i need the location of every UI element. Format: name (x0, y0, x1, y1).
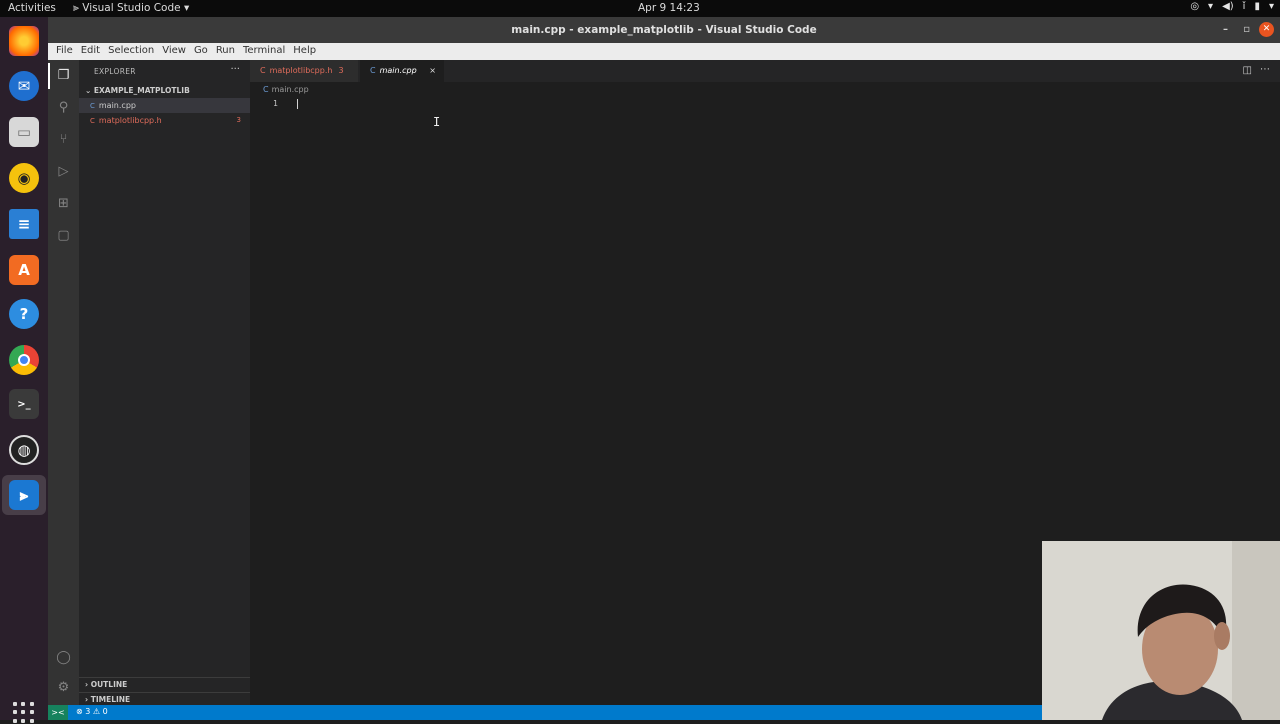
software-center-icon[interactable]: A (9, 255, 39, 285)
show-applications-icon[interactable] (13, 702, 35, 724)
clock[interactable]: Apr 9 14:23 (638, 2, 700, 14)
explorer-icon[interactable]: ❐ (54, 66, 73, 85)
folder-header[interactable]: ⌄ EXAMPLE_MATPLOTLIB (85, 86, 190, 95)
vscode-icon[interactable]: ⫸ (9, 480, 39, 510)
file-name: matplotlibcpp.h (98, 116, 162, 125)
timeline-section-header[interactable]: › TIMELINE (85, 695, 130, 704)
divider (79, 692, 250, 693)
tab-label: matplotlibcpp.h (269, 66, 333, 75)
close-window-icon[interactable]: ✕ (1259, 22, 1274, 37)
problems-indicator[interactable]: ⊗ 3 ⚠ 0 (76, 707, 108, 716)
gnome-top-bar: Activities ⫸ Visual Studio Code ▾ Apr 9 … (0, 0, 1280, 17)
activity-bar: ❐ ⚲ ⑂ ▷ ⊞ ▢ ◯ ⚙ (48, 60, 79, 705)
chrome-tray-icon[interactable]: ◎ (1190, 1, 1199, 12)
system-menu-arrow-icon[interactable]: ▾ (1269, 1, 1274, 12)
menu-help[interactable]: Help (289, 43, 320, 60)
system-tray[interactable]: ◎ ▾ ◀) ǐ ▮ ▾ (1190, 1, 1274, 12)
minimize-icon[interactable]: – (1223, 24, 1228, 35)
menu-terminal[interactable]: Terminal (239, 43, 289, 60)
files-icon[interactable]: ▭ (9, 117, 39, 147)
chevron-down-icon: ⌄ (85, 86, 94, 95)
ubuntu-dock: ✉ ▭ ◉ ≡ A ? >_ ◍ ⫸ (0, 17, 48, 723)
divider (79, 677, 250, 678)
text-cursor (297, 99, 298, 109)
tab-main-cpp[interactable]: Cmain.cpp × (360, 60, 444, 82)
outline-label: OUTLINE (90, 680, 128, 689)
app-menu-label: Visual Studio Code (82, 2, 181, 14)
thunderbird-icon[interactable]: ✉ (9, 71, 39, 101)
menu-file[interactable]: File (52, 43, 77, 60)
problems-badge: 3 (338, 66, 344, 75)
app-menu[interactable]: ⫸ Visual Studio Code ▾ (73, 2, 189, 15)
chrome-icon[interactable] (9, 345, 39, 375)
file-name: main.cpp (98, 101, 136, 110)
close-tab-icon[interactable]: × (429, 60, 436, 82)
window-title-bar: main.cpp - example_matplotlib - Visual S… (48, 17, 1280, 43)
webcam-person-image (1042, 541, 1280, 720)
line-number: 1 (273, 99, 278, 108)
search-icon[interactable]: ⚲ (54, 98, 73, 117)
menu-view[interactable]: View (158, 43, 190, 60)
outline-section-header[interactable]: › OUTLINE (85, 680, 127, 689)
extensions-icon[interactable]: ⊞ (54, 194, 73, 213)
problems-badge: 3 (236, 116, 241, 124)
explorer-sidebar: EXPLORER ··· ⌄ EXAMPLE_MATPLOTLIB Cmain.… (79, 60, 250, 705)
header-file-icon: C (260, 66, 266, 75)
maximize-icon[interactable]: ▫ (1243, 24, 1250, 35)
app-menu-arrow-icon: ▾ (183, 2, 190, 14)
explorer-header: EXPLORER (94, 67, 136, 76)
folder-name: EXAMPLE_MATPLOTLIB (93, 86, 190, 95)
breadcrumb-file: main.cpp (271, 85, 309, 94)
remote-indicator-icon[interactable]: >< (48, 705, 68, 720)
volume-icon[interactable]: ◀) (1222, 1, 1234, 12)
menu-edit[interactable]: Edit (77, 43, 104, 60)
activities-button[interactable]: Activities (8, 2, 56, 14)
libreoffice-writer-icon[interactable]: ≡ (9, 209, 39, 239)
tab-label: main.cpp (379, 66, 417, 75)
menu-bar: File Edit Selection View Go Run Terminal… (48, 43, 1280, 60)
editor-more-actions-icon[interactable]: ⋯ (1260, 64, 1270, 75)
wifi-icon[interactable]: ▾ (1208, 1, 1213, 12)
settings-gear-icon[interactable]: ⚙ (54, 678, 73, 697)
firefox-icon[interactable] (9, 26, 39, 56)
run-debug-icon[interactable]: ▷ (54, 162, 73, 181)
cpp-file-icon: C (263, 85, 269, 94)
breadcrumb[interactable]: Cmain.cpp (263, 85, 309, 94)
editor-tab-bar: Cmatplotlibcpp.h 3 Cmain.cpp × ◫ ⋯ (250, 60, 1280, 82)
timeline-label: TIMELINE (90, 695, 131, 704)
split-editor-icon[interactable]: ◫ (1243, 65, 1252, 76)
webcam-overlay (1042, 541, 1280, 720)
active-view-marker (48, 63, 50, 89)
file-item-matplotlibcpp-h[interactable]: Cmatplotlibcpp.h 3 (79, 113, 250, 128)
file-item-main-cpp[interactable]: Cmain.cpp (79, 98, 250, 113)
menu-run[interactable]: Run (212, 43, 239, 60)
obs-icon[interactable]: ◍ (9, 435, 39, 465)
mouse-ibeam-cursor-icon: I (433, 115, 441, 129)
explorer-more-actions-icon[interactable]: ··· (230, 64, 240, 75)
header-file-icon: C (90, 117, 95, 125)
tab-matplotlibcpp-h[interactable]: Cmatplotlibcpp.h 3 (250, 60, 358, 82)
window-title: main.cpp - example_matplotlib - Visual S… (511, 24, 817, 36)
help-icon[interactable]: ? (9, 299, 39, 329)
remote-explorer-icon[interactable]: ▢ (54, 226, 73, 245)
source-control-icon[interactable]: ⑂ (54, 130, 73, 149)
battery-icon[interactable]: ▮ (1254, 1, 1260, 12)
cpp-file-icon: C (370, 66, 376, 75)
menu-selection[interactable]: Selection (104, 43, 158, 60)
cpp-file-icon: C (90, 102, 95, 110)
accounts-icon[interactable]: ◯ (54, 648, 73, 667)
terminal-icon[interactable]: >_ (9, 389, 39, 419)
menu-go[interactable]: Go (190, 43, 212, 60)
rhythmbox-icon[interactable]: ◉ (9, 163, 39, 193)
microphone-icon[interactable]: ǐ (1243, 1, 1246, 12)
vscode-small-icon: ⫸ (73, 2, 83, 14)
